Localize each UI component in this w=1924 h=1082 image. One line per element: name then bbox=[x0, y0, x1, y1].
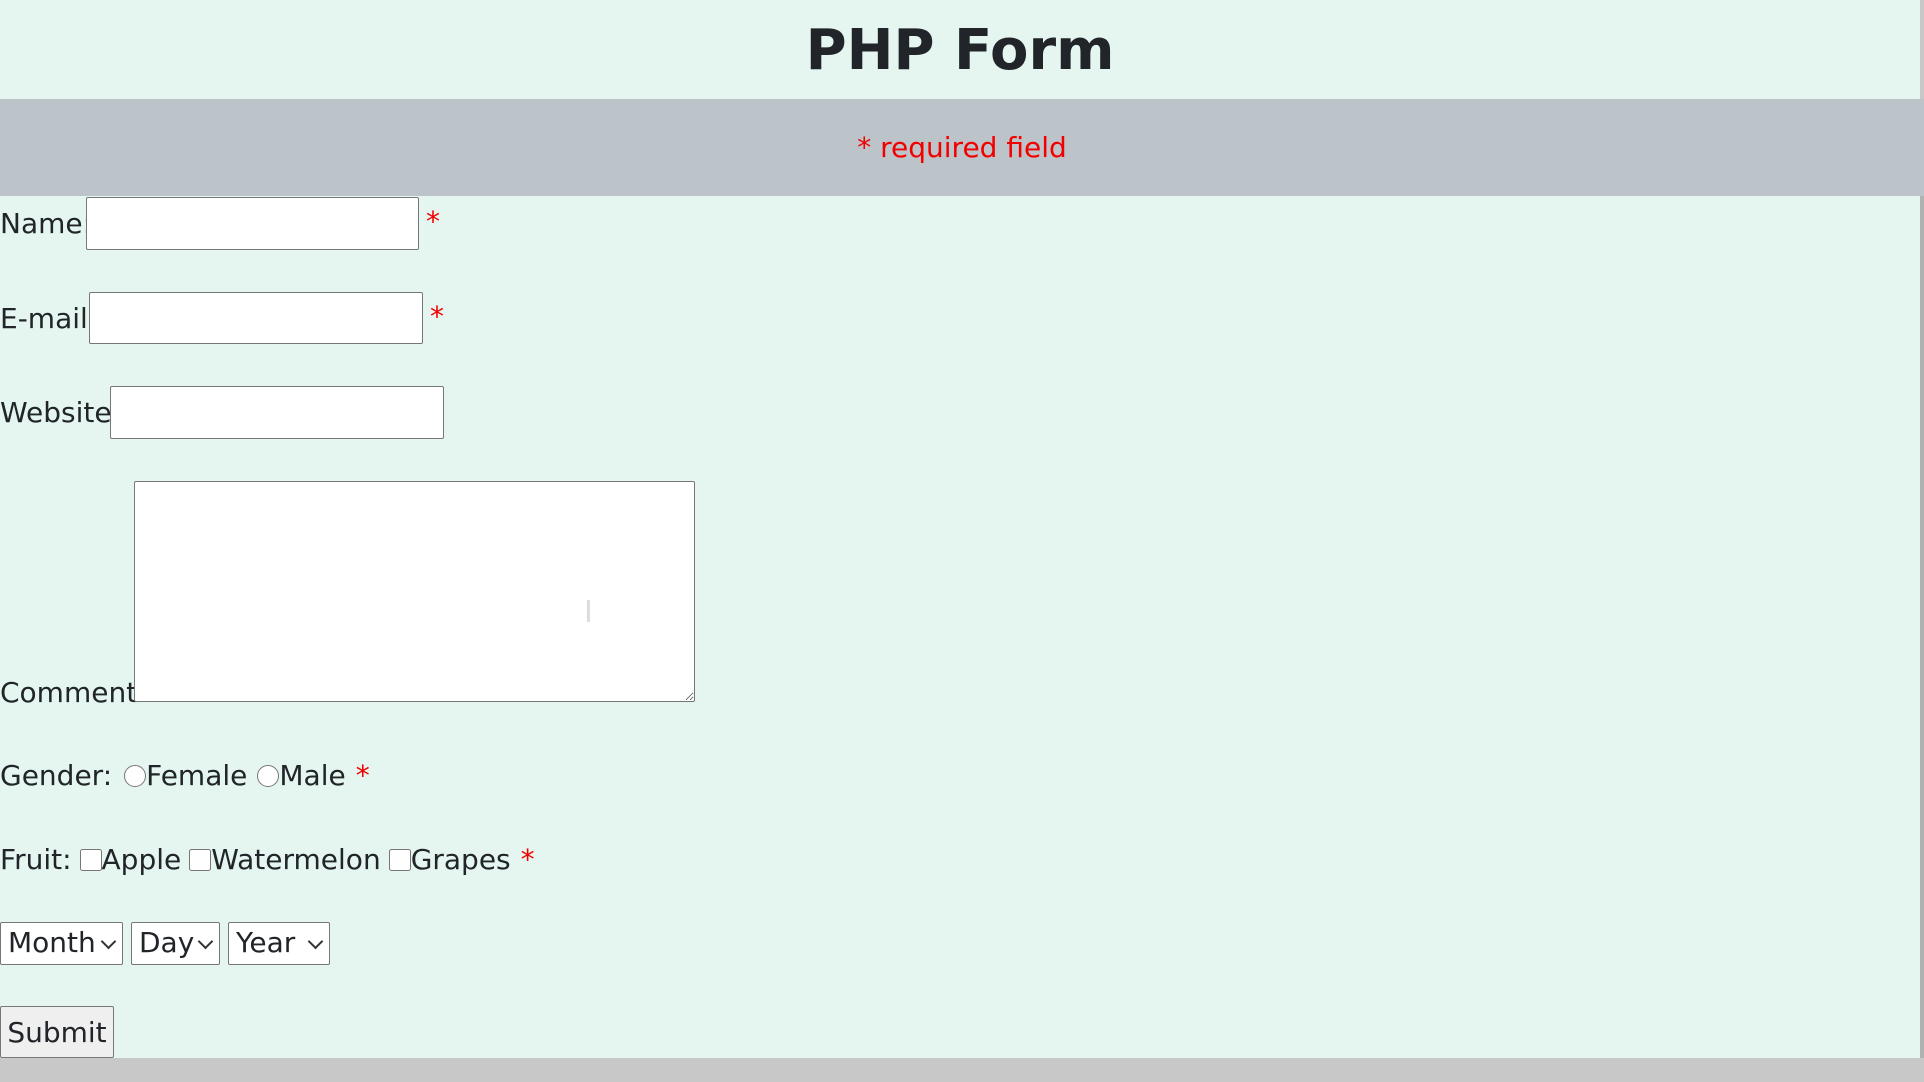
comment-textarea[interactable] bbox=[134, 481, 695, 702]
fruit-grapes-label: Grapes bbox=[410, 843, 511, 876]
gender-male-radio[interactable] bbox=[257, 765, 280, 787]
year-select-value: Year bbox=[236, 926, 296, 959]
required-field-note: * required field bbox=[857, 131, 1067, 164]
email-label: E-mail: bbox=[0, 302, 98, 335]
page-title: PHP Form bbox=[805, 18, 1115, 83]
fruit-apple-label: Apple bbox=[101, 843, 182, 876]
fruit-label: Fruit: bbox=[0, 843, 72, 876]
required-field-banner: * required field bbox=[0, 99, 1924, 196]
gender-female-label: Female bbox=[146, 759, 248, 792]
website-input[interactable] bbox=[110, 386, 444, 439]
day-select-value: Day bbox=[139, 926, 195, 959]
gender-row: Gender: Female Male * bbox=[0, 759, 370, 793]
fruit-required-star: * bbox=[520, 843, 535, 876]
submit-button[interactable]: Submit bbox=[0, 1006, 114, 1058]
fruit-grapes-checkbox[interactable] bbox=[388, 849, 411, 871]
name-required-star: * bbox=[426, 205, 440, 238]
year-select[interactable]: Year bbox=[228, 922, 330, 965]
fruit-watermelon-label: Watermelon bbox=[211, 843, 381, 876]
website-label: Website: bbox=[0, 396, 122, 429]
chevron-down-icon bbox=[100, 933, 117, 950]
fruit-watermelon-checkbox[interactable] bbox=[189, 849, 212, 871]
fruit-apple-checkbox[interactable] bbox=[79, 849, 102, 871]
fruit-row: Fruit: Apple Watermelon Grapes * bbox=[0, 843, 535, 877]
gender-required-star: * bbox=[355, 759, 370, 792]
scrollbar-edge[interactable] bbox=[1920, 196, 1924, 1058]
email-input[interactable] bbox=[89, 292, 423, 344]
text-cursor-icon: Ι bbox=[584, 595, 593, 630]
name-label: Name: bbox=[0, 207, 93, 240]
gender-label: Gender: bbox=[0, 759, 113, 792]
email-required-star: * bbox=[430, 300, 444, 333]
name-input[interactable] bbox=[86, 197, 419, 250]
gender-male-label: Male bbox=[279, 759, 346, 792]
comment-label: Comment: bbox=[0, 676, 147, 709]
month-select[interactable]: Month bbox=[0, 922, 123, 965]
chevron-down-icon bbox=[307, 933, 324, 950]
month-select-value: Month bbox=[8, 926, 96, 959]
gender-female-radio[interactable] bbox=[124, 765, 147, 787]
day-select[interactable]: Day bbox=[131, 922, 220, 965]
chevron-down-icon bbox=[197, 933, 214, 950]
